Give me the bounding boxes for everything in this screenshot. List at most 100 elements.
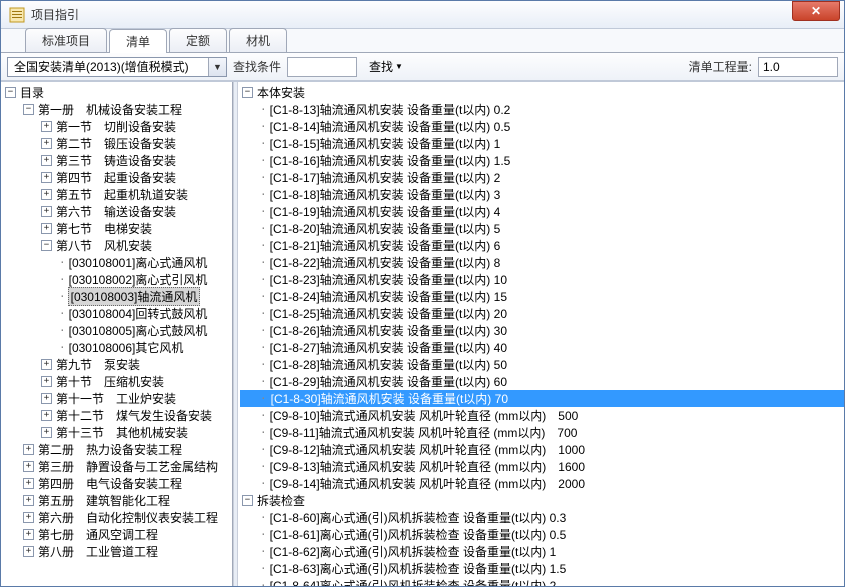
tree-leaf[interactable]: ·[C1-8-27]轴流通风机安装 设备重量(t以内) 40: [240, 339, 844, 356]
tree-branch[interactable]: −本体安装: [240, 84, 844, 101]
tree-branch[interactable]: −第一册 机械设备安装工程: [3, 101, 232, 118]
tree-branch[interactable]: +第四节 起重设备安装: [3, 169, 232, 186]
expand-icon[interactable]: +: [41, 172, 52, 183]
tree-branch[interactable]: +第十一节 工业炉安装: [3, 390, 232, 407]
collapse-icon[interactable]: −: [242, 87, 253, 98]
tree-leaf[interactable]: ·[C1-8-18]轴流通风机安装 设备重量(t以内) 3: [240, 186, 844, 203]
tree-branch[interactable]: +第六节 输送设备安装: [3, 203, 232, 220]
search-input[interactable]: [287, 57, 357, 77]
tree-label: 第七节 电梯安装: [55, 220, 153, 237]
tree-branch[interactable]: +第三册 静置设备与工艺金属结构: [3, 458, 232, 475]
expand-icon[interactable]: +: [41, 155, 52, 166]
combo-input[interactable]: [8, 60, 208, 74]
tree-leaf[interactable]: ·[030108003]轴流通风机: [3, 288, 232, 305]
tree-leaf[interactable]: ·[C1-8-61]离心式通(引)风机拆装检查 设备重量(t以内) 0.5: [240, 526, 844, 543]
tree-branch[interactable]: +第十二节 煤气发生设备安装: [3, 407, 232, 424]
tree-leaf[interactable]: ·[C1-8-64]离心式通(引)风机拆装检查 设备重量(t以内) 2: [240, 577, 844, 586]
tab-2[interactable]: 定额: [169, 28, 227, 52]
tree-branch[interactable]: +第五册 建筑智能化工程: [3, 492, 232, 509]
collapse-icon[interactable]: −: [23, 104, 34, 115]
expand-icon[interactable]: +: [41, 359, 52, 370]
tree-label: [C1-8-27]轴流通风机安装 设备重量(t以内) 40: [269, 339, 508, 356]
list-combo[interactable]: ▼: [7, 57, 227, 77]
tree-leaf[interactable]: ·[C1-8-62]离心式通(引)风机拆装检查 设备重量(t以内) 1: [240, 543, 844, 560]
expand-icon[interactable]: +: [41, 427, 52, 438]
tree-leaf[interactable]: ·[C1-8-14]轴流通风机安装 设备重量(t以内) 0.5: [240, 118, 844, 135]
tree-branch[interactable]: +第九节 泵安装: [3, 356, 232, 373]
expand-icon[interactable]: +: [41, 223, 52, 234]
collapse-icon[interactable]: −: [242, 495, 253, 506]
expand-icon[interactable]: +: [23, 495, 34, 506]
tree-leaf[interactable]: ·[030108002]离心式引风机: [3, 271, 232, 288]
tree-leaf[interactable]: ·[C9-8-11]轴流式通风机安装 风机叶轮直径 (mm以内) 700: [240, 424, 844, 441]
expand-icon[interactable]: +: [41, 206, 52, 217]
tree-branch[interactable]: +第五节 起重机轨道安装: [3, 186, 232, 203]
tree-branch[interactable]: −第八节 风机安装: [3, 237, 232, 254]
expand-icon[interactable]: +: [41, 393, 52, 404]
expand-icon[interactable]: +: [41, 189, 52, 200]
close-button[interactable]: ✕: [792, 1, 840, 21]
tree-leaf[interactable]: ·[C9-8-13]轴流式通风机安装 风机叶轮直径 (mm以内) 1600: [240, 458, 844, 475]
tree-branch[interactable]: +第八册 工业管道工程: [3, 543, 232, 560]
tab-1[interactable]: 清单: [109, 29, 167, 53]
tree-leaf[interactable]: ·[C1-8-19]轴流通风机安装 设备重量(t以内) 4: [240, 203, 844, 220]
titlebar[interactable]: 项目指引 ✕: [1, 1, 844, 29]
search-button[interactable]: 查找 ▼: [363, 56, 409, 77]
collapse-icon[interactable]: −: [41, 240, 52, 251]
tab-3[interactable]: 材机: [229, 28, 287, 52]
collapse-icon[interactable]: −: [5, 87, 16, 98]
tree-leaf[interactable]: ·[030108006]其它风机: [3, 339, 232, 356]
expand-icon[interactable]: +: [23, 512, 34, 523]
tree-label: 第五节 起重机轨道安装: [55, 186, 189, 203]
expand-icon[interactable]: +: [41, 138, 52, 149]
tree-branch[interactable]: +第十三节 其他机械安装: [3, 424, 232, 441]
tree-branch[interactable]: +第二册 热力设备安装工程: [3, 441, 232, 458]
left-tree[interactable]: −目录−第一册 机械设备安装工程+第一节 切削设备安装+第二节 锻压设备安装+第…: [1, 82, 232, 586]
tree-branch[interactable]: +第六册 自动化控制仪表安装工程: [3, 509, 232, 526]
expand-icon[interactable]: +: [41, 410, 52, 421]
expand-icon[interactable]: +: [23, 461, 34, 472]
expand-icon[interactable]: +: [41, 376, 52, 387]
tree-leaf[interactable]: ·[C1-8-26]轴流通风机安装 设备重量(t以内) 30: [240, 322, 844, 339]
tree-branch[interactable]: +第三节 铸造设备安装: [3, 152, 232, 169]
tree-branch[interactable]: +第四册 电气设备安装工程: [3, 475, 232, 492]
tree-leaf[interactable]: ·[C1-8-21]轴流通风机安装 设备重量(t以内) 6: [240, 237, 844, 254]
right-tree[interactable]: −本体安装·[C1-8-13]轴流通风机安装 设备重量(t以内) 0.2·[C1…: [238, 82, 844, 586]
tree-branch[interactable]: +第二节 锻压设备安装: [3, 135, 232, 152]
tree-branch[interactable]: +第七节 电梯安装: [3, 220, 232, 237]
tree-leaf[interactable]: ·[C1-8-60]离心式通(引)风机拆装检查 设备重量(t以内) 0.3: [240, 509, 844, 526]
tree-leaf[interactable]: ·[030108005]离心式鼓风机: [3, 322, 232, 339]
tree-leaf[interactable]: ·[C9-8-10]轴流式通风机安装 风机叶轮直径 (mm以内) 500: [240, 407, 844, 424]
expand-icon[interactable]: +: [23, 444, 34, 455]
tree-leaf[interactable]: ·[C1-8-24]轴流通风机安装 设备重量(t以内) 15: [240, 288, 844, 305]
tree-leaf[interactable]: ·[C1-8-13]轴流通风机安装 设备重量(t以内) 0.2: [240, 101, 844, 118]
tree-leaf[interactable]: ·[C1-8-20]轴流通风机安装 设备重量(t以内) 5: [240, 220, 844, 237]
tree-leaf[interactable]: ·[030108004]回转式鼓风机: [3, 305, 232, 322]
tree-branch[interactable]: +第十节 压缩机安装: [3, 373, 232, 390]
tree-leaf[interactable]: ·[C1-8-17]轴流通风机安装 设备重量(t以内) 2: [240, 169, 844, 186]
tree-branch[interactable]: +第一节 切削设备安装: [3, 118, 232, 135]
tree-branch[interactable]: −拆装检查: [240, 492, 844, 509]
tree-leaf[interactable]: ·[030108001]离心式通风机: [3, 254, 232, 271]
tree-leaf[interactable]: ·[C1-8-15]轴流通风机安装 设备重量(t以内) 1: [240, 135, 844, 152]
expand-icon[interactable]: +: [41, 121, 52, 132]
tree-leaf[interactable]: ·[C1-8-63]离心式通(引)风机拆装检查 设备重量(t以内) 1.5: [240, 560, 844, 577]
tree-leaf[interactable]: ·[C1-8-22]轴流通风机安装 设备重量(t以内) 8: [240, 254, 844, 271]
tree-leaf[interactable]: ·[C1-8-28]轴流通风机安装 设备重量(t以内) 50: [240, 356, 844, 373]
expand-icon[interactable]: +: [23, 478, 34, 489]
tree-leaf[interactable]: ·[C9-8-14]轴流式通风机安装 风机叶轮直径 (mm以内) 2000: [240, 475, 844, 492]
tree-leaf[interactable]: ·[C1-8-29]轴流通风机安装 设备重量(t以内) 60: [240, 373, 844, 390]
tree-leaf[interactable]: ·[C1-8-30]轴流通风机安装 设备重量(t以内) 70: [240, 390, 844, 407]
tree-branch[interactable]: −目录: [3, 84, 232, 101]
tree-leaf[interactable]: ·[C1-8-23]轴流通风机安装 设备重量(t以内) 10: [240, 271, 844, 288]
qty-input[interactable]: [758, 57, 838, 77]
chevron-down-icon[interactable]: ▼: [208, 58, 226, 76]
tree-leaf[interactable]: ·[C1-8-16]轴流通风机安装 设备重量(t以内) 1.5: [240, 152, 844, 169]
tree-branch[interactable]: +第七册 通风空调工程: [3, 526, 232, 543]
expand-icon[interactable]: +: [23, 529, 34, 540]
tree-leaf[interactable]: ·[C1-8-25]轴流通风机安装 设备重量(t以内) 20: [240, 305, 844, 322]
tree-leaf[interactable]: ·[C9-8-12]轴流式通风机安装 风机叶轮直径 (mm以内) 1000: [240, 441, 844, 458]
expand-icon[interactable]: +: [23, 546, 34, 557]
tree-label: [030108004]回转式鼓风机: [68, 305, 209, 322]
tab-0[interactable]: 标准项目: [25, 28, 107, 52]
